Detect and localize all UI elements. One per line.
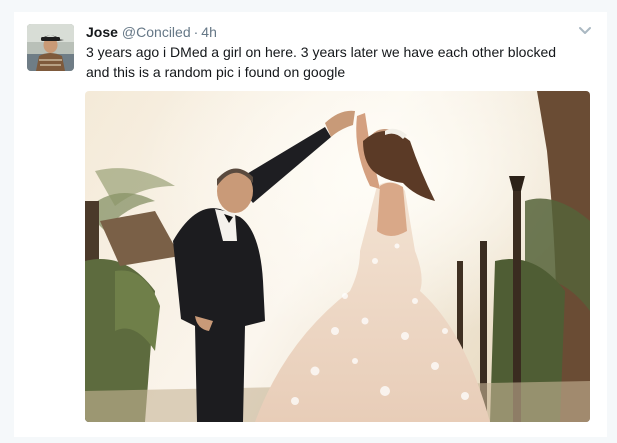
tweet-photo[interactable] [85, 91, 590, 422]
wedding-photo [85, 91, 590, 422]
chevron-down-icon[interactable] [577, 22, 593, 38]
tweet-timestamp[interactable]: 4h [201, 24, 217, 40]
tweet-text-line: 3 years ago i DMed a girl on here. 3 yea… [86, 44, 557, 60]
tweet-text-line: and this is a random pic i found on goog… [86, 64, 346, 80]
tweet-header: Jose @Conciled · 4h [86, 22, 217, 42]
avatar[interactable] [27, 24, 74, 71]
author-handle[interactable]: @Conciled [122, 24, 191, 40]
avatar-image [27, 24, 74, 71]
tweet-card[interactable]: Jose @Conciled · 4h 3 years ago i DMed a gi… [14, 12, 607, 437]
separator-dot: · [193, 24, 199, 40]
author-name[interactable]: Jose [86, 24, 118, 40]
tweet-text: 3 years ago i DMed a girl on here. 3 yea… [86, 42, 586, 82]
